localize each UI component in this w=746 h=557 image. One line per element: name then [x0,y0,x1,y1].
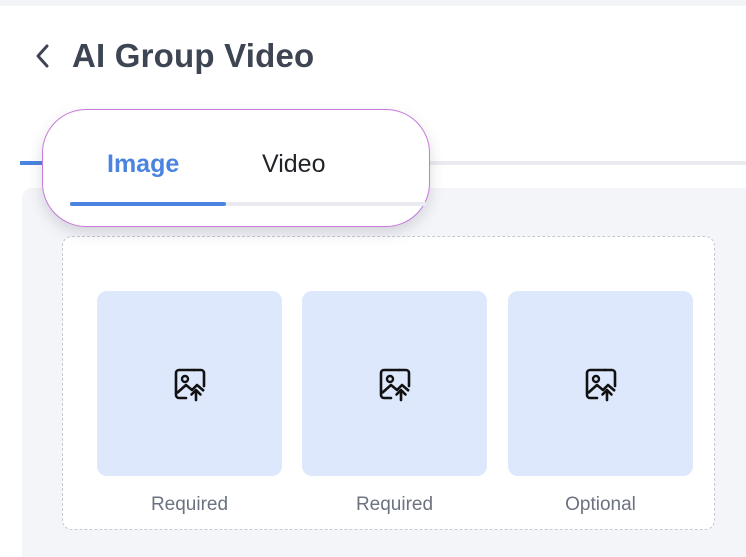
tab-active-indicator [70,202,226,206]
upload-slot-1-label: Required [150,494,229,515]
image-upload-icon [174,368,205,401]
upload-slot-2[interactable] [302,291,487,476]
image-upload-icon [379,368,410,401]
back-button[interactable] [30,36,56,76]
upload-slot-2-label: Required [355,494,434,515]
upload-slot-3[interactable] [508,291,693,476]
page-header: AI Group Video [30,34,314,78]
tab-video[interactable]: Video [262,150,326,179]
chevron-left-icon [36,44,49,68]
top-strip [0,0,746,6]
image-upload-icon [585,368,616,401]
upload-slot-3-label: Optional [565,494,636,515]
tab-bar-indicator [20,161,44,165]
upload-slot-1[interactable] [97,291,282,476]
page-title: AI Group Video [72,37,315,74]
tab-switcher-popup: Image Video [42,109,430,227]
tab-image[interactable]: Image [107,150,179,179]
